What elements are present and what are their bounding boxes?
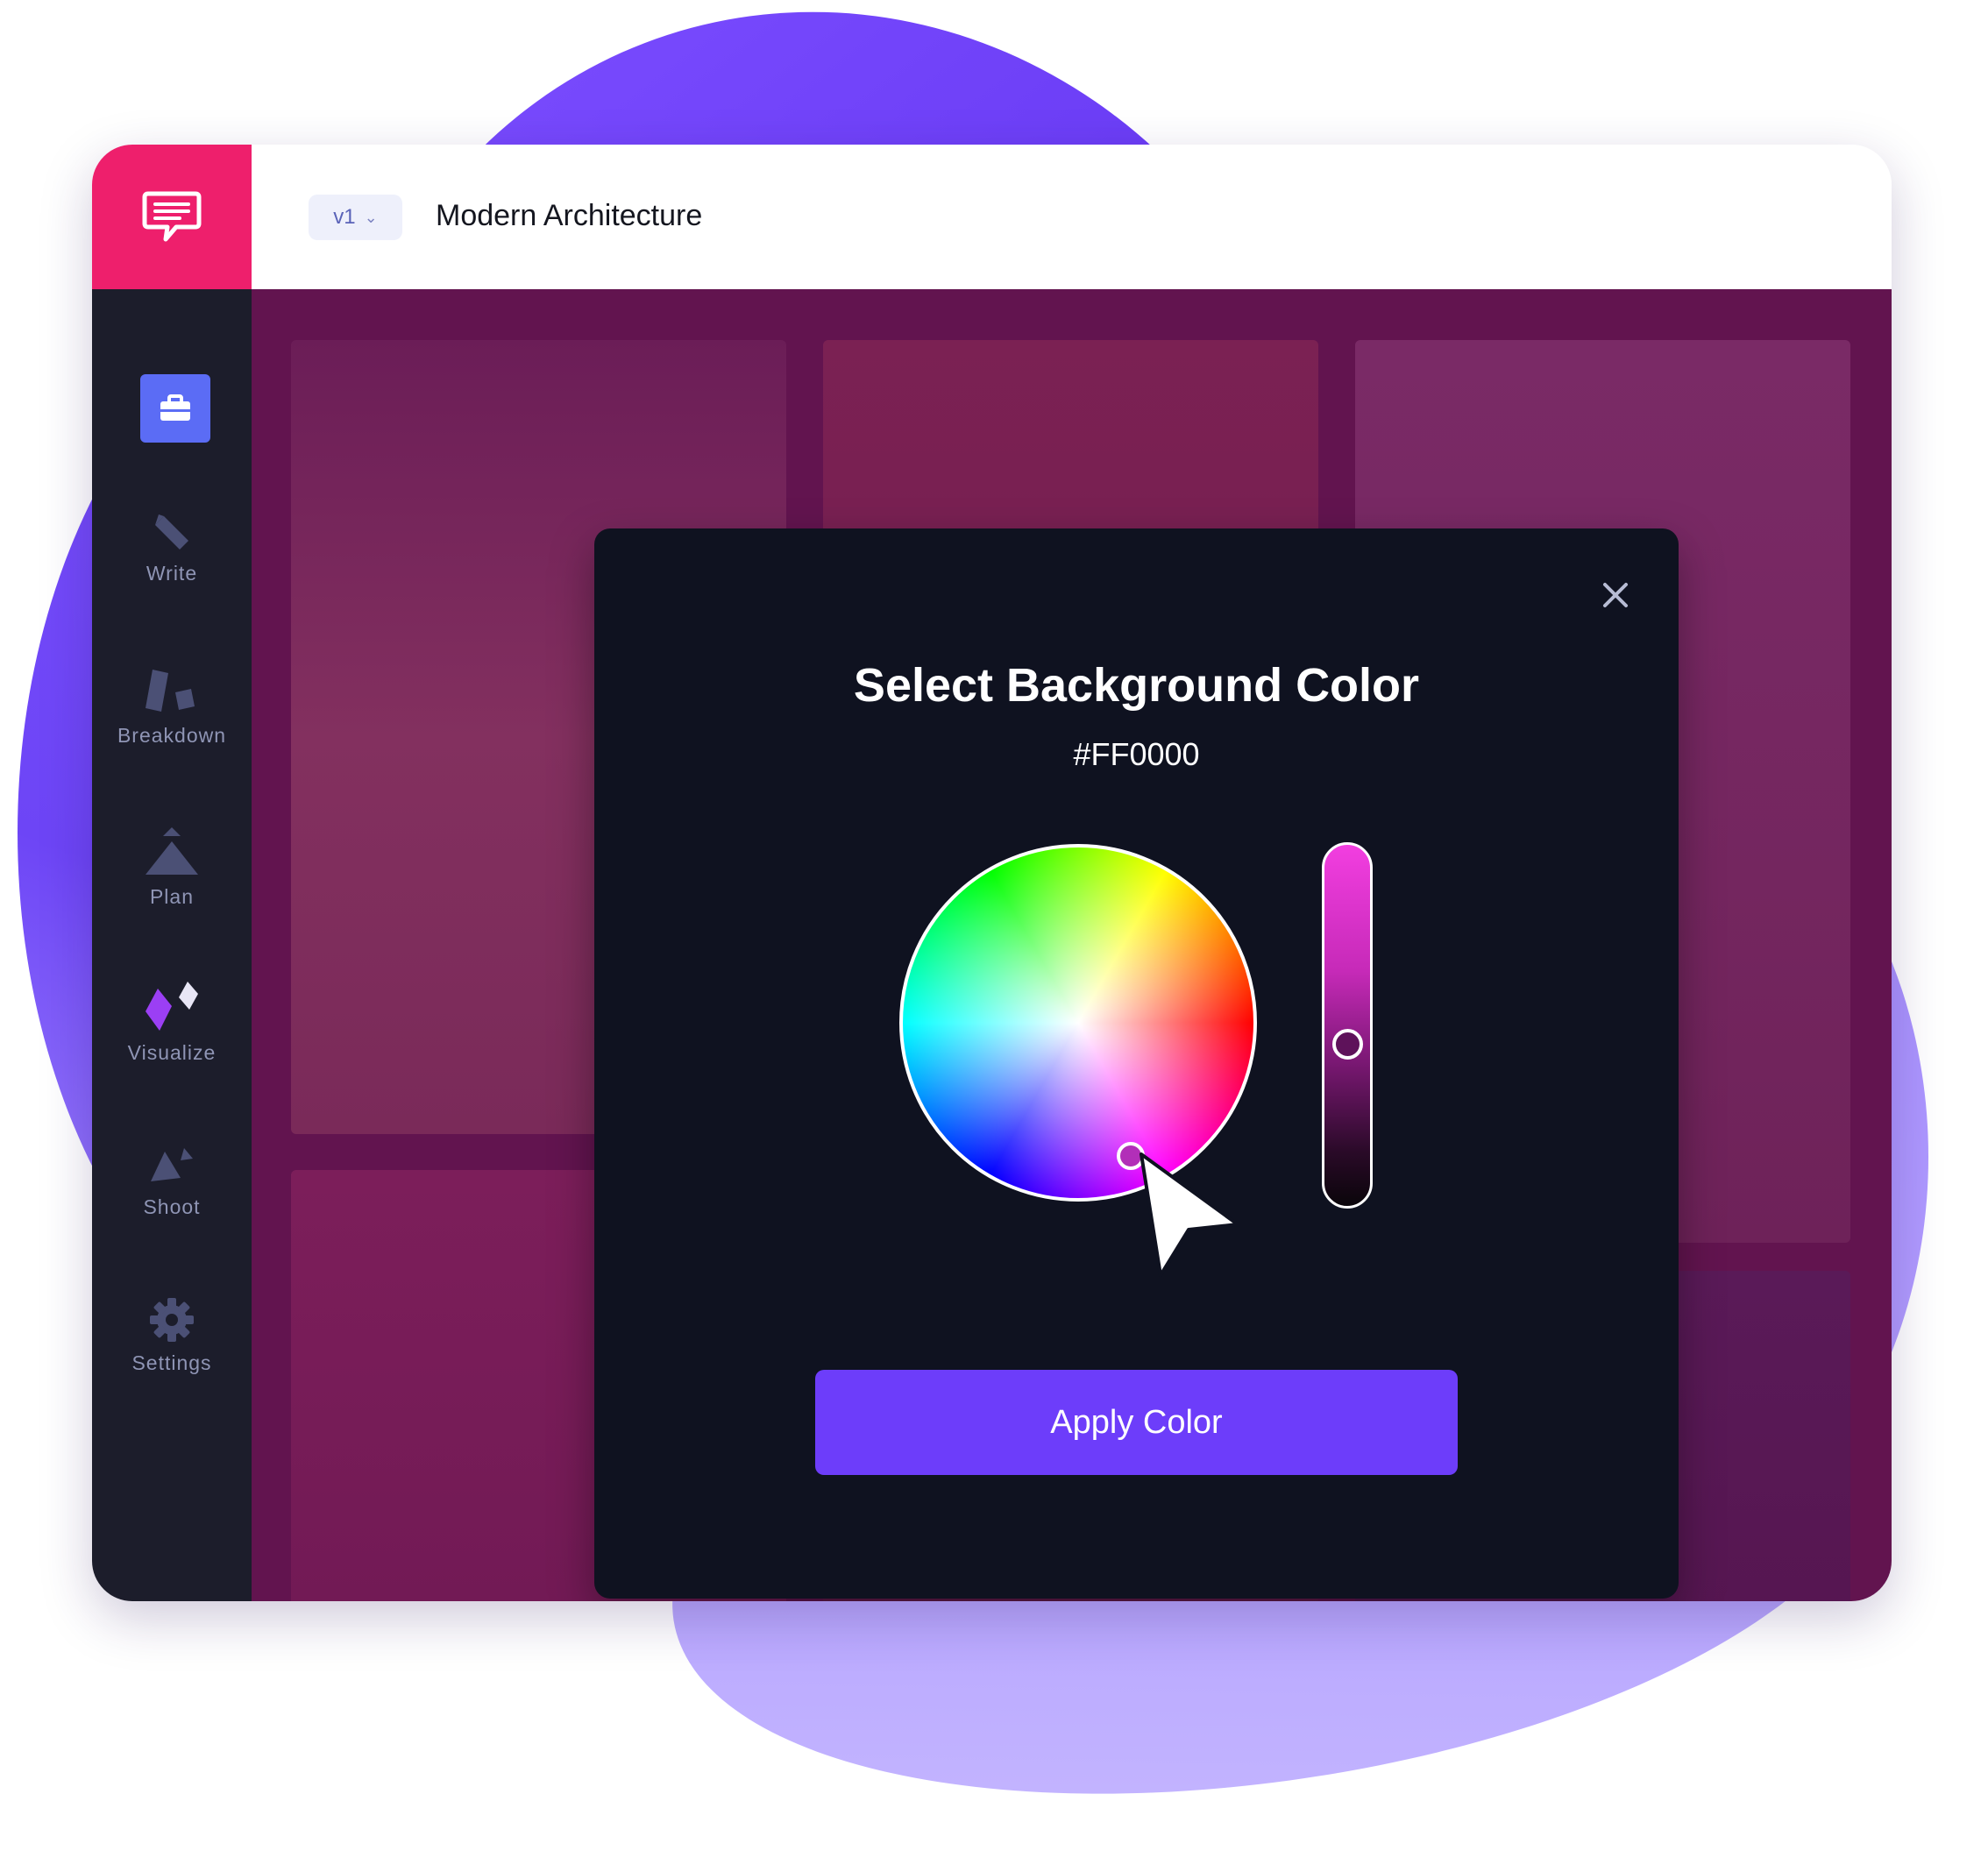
sidebar-item-label: Write — [146, 562, 198, 585]
sidebar-item-settings[interactable]: Settings — [92, 1297, 252, 1375]
apply-color-button[interactable]: Apply Color — [815, 1370, 1458, 1475]
chevron-down-icon: ⌄ — [364, 208, 378, 226]
breakdown-icon — [146, 670, 195, 712]
document-title: Modern Architecture — [436, 199, 703, 232]
sidebar-item-breakdown[interactable]: Breakdown — [92, 666, 252, 748]
sidebar-item-label: Shoot — [143, 1195, 201, 1218]
pencil-icon — [155, 514, 188, 550]
chat-bubble-icon — [142, 191, 202, 241]
version-dropdown[interactable]: v1 ⌄ — [309, 195, 402, 240]
top-bar: v1 ⌄ Modern Architecture — [252, 145, 1892, 289]
close-icon — [1603, 583, 1628, 607]
sidebar-item-projects[interactable] — [140, 374, 210, 443]
hex-value: #FF0000 — [1073, 736, 1200, 772]
brightness-slider[interactable] — [1322, 842, 1373, 1209]
color-picker-modal: Select Background Color #FF0000 Apply Co… — [594, 528, 1679, 1599]
sidebar-item-label: Settings — [131, 1351, 212, 1374]
sidebar-item-label: Plan — [149, 885, 195, 908]
sidebar-item-write[interactable]: Write — [92, 513, 252, 585]
sidebar-item-label: Visualize — [127, 1041, 217, 1064]
sidebar-item-plan[interactable]: Plan — [92, 826, 252, 909]
color-wheel[interactable] — [899, 844, 1257, 1202]
brightness-slider-thumb[interactable] — [1332, 1029, 1363, 1060]
sidebar: Write Breakdown Plan Visualize Shoot Set… — [92, 289, 252, 1601]
sidebar-item-label: Breakdown — [117, 724, 227, 747]
close-button[interactable] — [1598, 578, 1633, 613]
gear-icon — [150, 1298, 194, 1342]
visualize-icon — [146, 982, 198, 1031]
app-logo[interactable] — [92, 145, 252, 289]
sidebar-item-visualize[interactable]: Visualize — [92, 982, 252, 1065]
app-window: v1 ⌄ Modern Architecture Write Breakdown… — [92, 145, 1892, 1601]
modal-title: Select Background Color — [853, 659, 1420, 712]
briefcase-icon — [160, 394, 190, 421]
version-label: v1 — [333, 205, 356, 229]
storyboard-canvas: Select Background Color #FF0000 Apply Co… — [252, 289, 1892, 1601]
plan-icon — [146, 827, 198, 875]
shoot-icon — [151, 1148, 193, 1181]
mouse-pointer-icon — [1140, 1152, 1239, 1277]
sidebar-item-shoot[interactable]: Shoot — [92, 1148, 252, 1219]
